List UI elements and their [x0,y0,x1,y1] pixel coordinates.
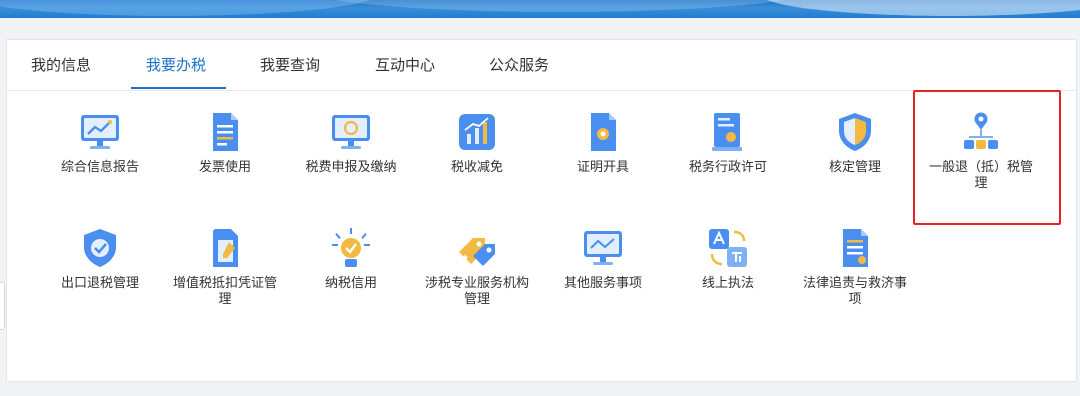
license-badge-icon [712,113,742,151]
item-invoice-use[interactable]: 发票使用 [163,110,287,176]
item-label: 纳税信用 [324,276,377,291]
service-panel: 我的信息 我要办税 我要查询 互动中心 公众服务 综合信息报告 发票使用 税费申… [6,39,1077,382]
item-certificate-issue[interactable]: 证明开具 [541,110,665,176]
certificate-document-icon [591,113,616,151]
item-label: 税费申报及缴纳 [305,160,397,175]
invoice-document-icon [213,113,238,151]
active-tab-indicator [131,87,226,89]
item-tax-relief[interactable]: 税收减免 [415,110,539,176]
banner-wave [300,0,820,12]
item-export-refund[interactable]: 出口退税管理 [38,226,162,292]
item-online-enforcement[interactable]: 线上执法 [666,226,790,292]
translate-icon [709,229,747,267]
shield-check-icon [84,229,116,267]
item-label: 税务行政许可 [688,160,767,175]
tab-tax-handling[interactable]: 我要办税 [146,54,206,75]
monitor-chart-icon [81,115,119,149]
item-label: 综合信息报告 [60,160,139,175]
tab-query[interactable]: 我要查询 [260,54,320,75]
bar-chart-icon [459,114,495,150]
document-pen-icon [213,229,238,267]
item-label: 税收减免 [450,160,503,175]
tab-public-service[interactable]: 公众服务 [489,54,549,75]
item-label: 涉税专业服务机构管理 [424,276,529,307]
item-comprehensive-report[interactable]: 综合信息报告 [38,110,162,176]
tags-icon [459,238,495,266]
side-collapse-handle[interactable] [0,282,5,330]
banner-wave [0,0,380,16]
item-label: 出口退税管理 [60,276,139,291]
tab-interaction[interactable]: 互动中心 [375,54,435,75]
item-tax-credit[interactable]: 纳税信用 [289,226,413,292]
tab-my-info[interactable]: 我的信息 [31,54,91,75]
medal-icon [332,228,370,267]
banner-wave [760,0,1080,16]
item-label: 发票使用 [198,160,251,175]
shield-icon [839,113,871,151]
item-label: 证明开具 [576,160,629,175]
item-label: 增值税抵扣凭证管理 [172,276,277,307]
document-list-icon [843,229,868,267]
tab-bar: 我的信息 我要办税 我要查询 互动中心 公众服务 [7,40,1076,91]
item-label: 法律追责与救济事项 [802,276,907,307]
item-assessment-management[interactable]: 核定管理 [793,110,917,176]
monitor-line-icon [584,231,622,265]
item-professional-agency[interactable]: 涉税专业服务机构管理 [415,226,539,308]
item-admin-license[interactable]: 税务行政许可 [666,110,790,176]
monitor-yen-icon [332,115,370,149]
item-other-services[interactable]: 其他服务事项 [541,226,665,292]
item-vat-deduction[interactable]: 增值税抵扣凭证管理 [163,226,287,308]
item-tax-declaration[interactable]: 税费申报及缴纳 [289,110,413,176]
item-label: 线上执法 [701,276,754,291]
header-banner [0,0,1080,18]
item-legal-remedy[interactable]: 法律追责与救济事项 [793,226,917,308]
item-label: 核定管理 [828,160,881,175]
highlight-box [913,90,1061,225]
item-label: 其他服务事项 [563,276,642,291]
